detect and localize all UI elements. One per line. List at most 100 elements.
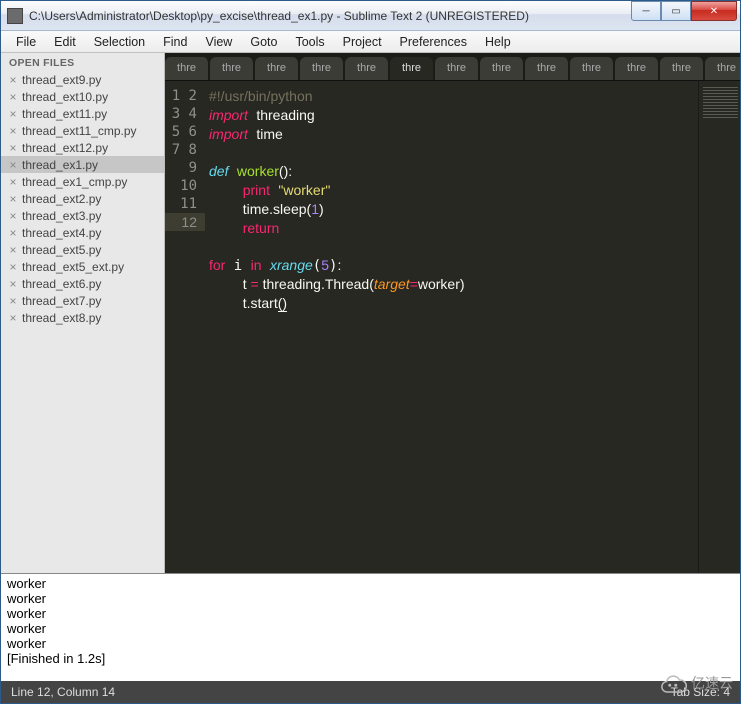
statusbar: Line 12, Column 14 Tab Size: 4	[1, 681, 740, 703]
build-output[interactable]: workerworkerworkerworkerworker[Finished …	[1, 573, 740, 681]
watermark: 亿速云	[657, 672, 733, 694]
editor-tab[interactable]: thre	[480, 57, 524, 80]
file-label: thread_ext7.py	[22, 294, 101, 308]
open-files-list: ×thread_ext9.py×thread_ext10.py×thread_e…	[1, 71, 164, 573]
sidebar-file-item[interactable]: ×thread_ext11_cmp.py	[1, 122, 164, 139]
editor-tab[interactable]: thre	[660, 57, 704, 80]
file-label: thread_ext3.py	[22, 209, 101, 223]
sidebar-header: OPEN FILES	[1, 53, 164, 71]
file-label: thread_ext5_ext.py	[22, 260, 124, 274]
file-close-icon[interactable]: ×	[7, 124, 19, 138]
console-line: worker	[7, 576, 734, 591]
file-close-icon[interactable]: ×	[7, 73, 19, 87]
console-line: worker	[7, 591, 734, 606]
code-wrap: 1 2 3 4 5 6 7 8 9 10 11 12 #!/usr/bin/py…	[165, 81, 740, 573]
app-window: C:\Users\Administrator\Desktop\py_excise…	[0, 0, 741, 704]
sidebar-file-item[interactable]: ×thread_ext3.py	[1, 207, 164, 224]
console-line: [Finished in 1.2s]	[7, 651, 734, 666]
file-label: thread_ext12.py	[22, 141, 108, 155]
file-close-icon[interactable]: ×	[7, 311, 19, 325]
file-label: thread_ext8.py	[22, 311, 101, 325]
titlebar[interactable]: C:\Users\Administrator\Desktop\py_excise…	[1, 1, 740, 31]
sidebar-file-item[interactable]: ×thread_ex1.py	[1, 156, 164, 173]
file-label: thread_ext2.py	[22, 192, 101, 206]
menu-view[interactable]: View	[196, 33, 241, 51]
editor-tab[interactable]: thre	[255, 57, 299, 80]
file-close-icon[interactable]: ×	[7, 90, 19, 104]
menu-goto[interactable]: Goto	[241, 33, 286, 51]
console-line: worker	[7, 606, 734, 621]
minimap-content	[703, 87, 738, 119]
editor-tab[interactable]: thre	[300, 57, 344, 80]
sidebar-file-item[interactable]: ×thread_ext2.py	[1, 190, 164, 207]
file-label: thread_ex1.py	[22, 158, 98, 172]
sidebar-file-item[interactable]: ×thread_ex1_cmp.py	[1, 173, 164, 190]
sidebar-file-item[interactable]: ×thread_ext8.py	[1, 309, 164, 326]
sidebar: OPEN FILES ×thread_ext9.py×thread_ext10.…	[1, 53, 165, 573]
file-close-icon[interactable]: ×	[7, 209, 19, 223]
editor-tab[interactable]: thre	[570, 57, 614, 80]
menubar: File Edit Selection Find View Goto Tools…	[1, 31, 740, 53]
file-label: thread_ext5.py	[22, 243, 101, 257]
code-content[interactable]: #!/usr/bin/python import threading impor…	[205, 81, 698, 573]
menu-edit[interactable]: Edit	[45, 33, 85, 51]
app-icon	[7, 8, 23, 24]
file-label: thread_ext11.py	[22, 107, 107, 121]
editor-tab[interactable]: thre	[390, 57, 434, 80]
file-close-icon[interactable]: ×	[7, 243, 19, 257]
file-close-icon[interactable]: ×	[7, 192, 19, 206]
file-close-icon[interactable]: ×	[7, 107, 19, 121]
sidebar-file-item[interactable]: ×thread_ext4.py	[1, 224, 164, 241]
window-title: C:\Users\Administrator\Desktop\py_excise…	[29, 9, 631, 23]
status-position[interactable]: Line 12, Column 14	[11, 685, 115, 699]
file-close-icon[interactable]: ×	[7, 294, 19, 308]
close-button[interactable]: ✕	[691, 1, 737, 21]
console-line: worker	[7, 636, 734, 651]
menu-find[interactable]: Find	[154, 33, 196, 51]
editor-area: threthrethrethrethrethrethrethrethrethre…	[165, 53, 740, 573]
file-label: thread_ext4.py	[22, 226, 101, 240]
line-number: 12	[165, 213, 205, 231]
main-area: OPEN FILES ×thread_ext9.py×thread_ext10.…	[1, 53, 740, 573]
menu-tools[interactable]: Tools	[286, 33, 333, 51]
sidebar-file-item[interactable]: ×thread_ext9.py	[1, 71, 164, 88]
sidebar-file-item[interactable]: ×thread_ext10.py	[1, 88, 164, 105]
menu-file[interactable]: File	[7, 33, 45, 51]
editor-tab[interactable]: thre	[435, 57, 479, 80]
menu-help[interactable]: Help	[476, 33, 520, 51]
file-label: thread_ext10.py	[22, 90, 108, 104]
menu-project[interactable]: Project	[334, 33, 391, 51]
editor-tab[interactable]: thre	[210, 57, 254, 80]
menu-selection[interactable]: Selection	[85, 33, 154, 51]
minimap[interactable]	[698, 81, 740, 573]
tab-bar: threthrethrethrethrethrethrethrethrethre…	[165, 53, 740, 81]
file-close-icon[interactable]: ×	[7, 260, 19, 274]
sidebar-file-item[interactable]: ×thread_ext11.py	[1, 105, 164, 122]
sidebar-file-item[interactable]: ×thread_ext5.py	[1, 241, 164, 258]
line-gutter: 1 2 3 4 5 6 7 8 9 10 11 12	[165, 81, 205, 573]
console-line: worker	[7, 621, 734, 636]
window-controls: ─ ▭ ✕	[631, 1, 737, 21]
file-label: thread_ext6.py	[22, 277, 101, 291]
minimize-button[interactable]: ─	[631, 1, 661, 21]
menu-preferences[interactable]: Preferences	[391, 33, 476, 51]
editor-tab[interactable]: thre	[525, 57, 569, 80]
sidebar-file-item[interactable]: ×thread_ext6.py	[1, 275, 164, 292]
file-close-icon[interactable]: ×	[7, 141, 19, 155]
file-label: thread_ex1_cmp.py	[22, 175, 127, 189]
file-label: thread_ext9.py	[22, 73, 101, 87]
file-close-icon[interactable]: ×	[7, 175, 19, 189]
sidebar-file-item[interactable]: ×thread_ext7.py	[1, 292, 164, 309]
file-close-icon[interactable]: ×	[7, 226, 19, 240]
sidebar-file-item[interactable]: ×thread_ext12.py	[1, 139, 164, 156]
editor-tab[interactable]: thre	[615, 57, 659, 80]
file-close-icon[interactable]: ×	[7, 277, 19, 291]
maximize-button[interactable]: ▭	[661, 1, 691, 21]
cloud-icon	[657, 672, 687, 694]
file-label: thread_ext11_cmp.py	[22, 124, 137, 138]
sidebar-file-item[interactable]: ×thread_ext5_ext.py	[1, 258, 164, 275]
editor-tab[interactable]: thre	[705, 57, 740, 80]
editor-tab[interactable]: thre	[345, 57, 389, 80]
file-close-icon[interactable]: ×	[7, 158, 19, 172]
editor-tab[interactable]: thre	[165, 57, 209, 80]
